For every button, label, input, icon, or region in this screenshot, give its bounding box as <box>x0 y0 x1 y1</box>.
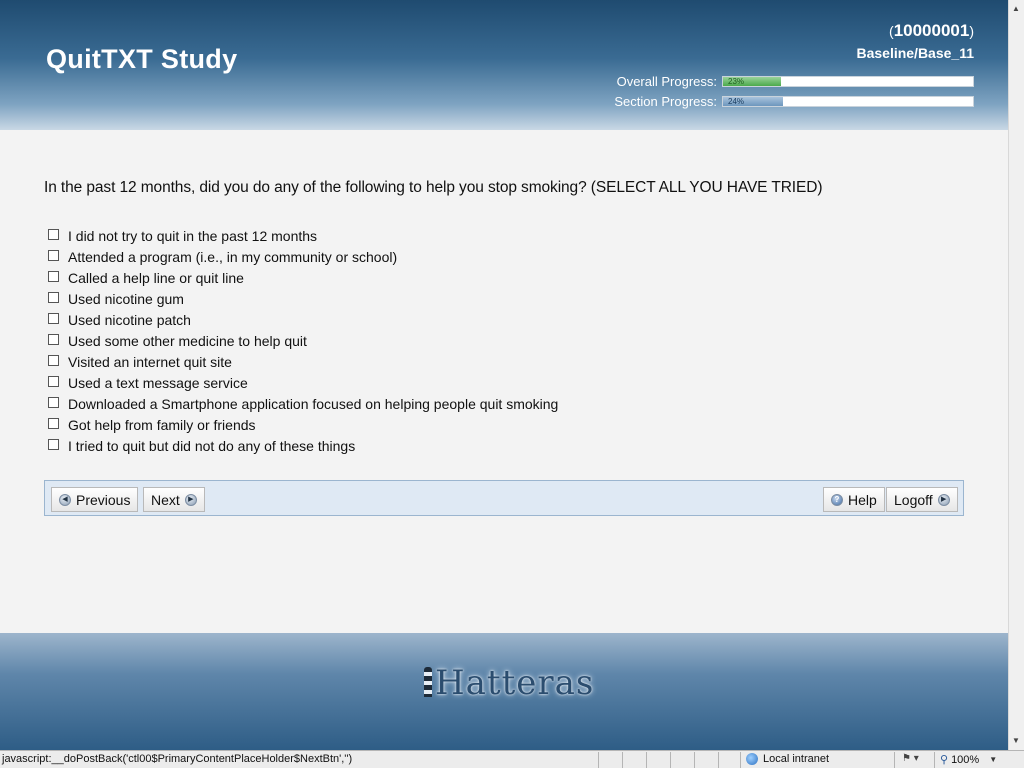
scroll-up-icon[interactable]: ▲ <box>1012 4 1020 13</box>
brand-name: Hatteras <box>435 663 595 703</box>
option-checkbox[interactable] <box>48 375 59 387</box>
fast-forward-icon: ▶ <box>937 493 950 506</box>
security-zone[interactable]: Local intranet <box>746 753 829 765</box>
status-link-text: javascript:__doPostBack('ctl00$PrimaryCo… <box>2 753 353 765</box>
participant-paren-close: ) <box>969 23 974 39</box>
next-button-label: Next <box>151 491 180 508</box>
study-title: QuitTXT Study <box>46 44 238 74</box>
help-button[interactable]: ? Help <box>823 487 885 512</box>
globe-icon <box>746 753 758 765</box>
section-progress: Section Progress: 24% <box>614 93 974 109</box>
browser-viewport: QuitTXT Study (10000001) Baseline/Base_1… <box>0 0 1008 750</box>
option-label[interactable]: Used nicotine patch <box>68 312 191 328</box>
help-icon: ? <box>831 493 843 506</box>
answer-option[interactable]: Used a text message service <box>48 372 558 393</box>
option-label[interactable]: Got help from family or friends <box>68 417 256 433</box>
zoom-control[interactable]: ⚲ 100% ▼ <box>940 753 997 767</box>
option-label[interactable]: Used nicotine gum <box>68 291 184 307</box>
section-path: Baseline/Base_11 <box>856 45 974 61</box>
answer-options: I did not try to quit in the past 12 mon… <box>48 225 558 456</box>
participant-number: 10000001 <box>893 21 970 40</box>
option-label[interactable]: Used a text message service <box>68 375 248 391</box>
section-progress-percent: 24% <box>728 96 745 106</box>
overall-progress-percent: 23% <box>728 76 745 86</box>
option-checkbox[interactable] <box>48 333 59 345</box>
security-zone-label: Local intranet <box>763 753 830 765</box>
vertical-scrollbar[interactable]: ▲ ▼ <box>1008 0 1024 750</box>
option-label[interactable]: Visited an internet quit site <box>68 354 232 370</box>
option-checkbox[interactable] <box>48 249 59 261</box>
previous-button-label: Previous <box>76 491 131 508</box>
next-button[interactable]: Next ▶ <box>143 487 205 512</box>
browser-status-bar: javascript:__doPostBack('ctl00$PrimaryCo… <box>0 750 1024 768</box>
status-divider <box>718 752 719 768</box>
option-checkbox[interactable] <box>48 291 59 303</box>
logoff-button-label: Logoff <box>894 491 933 508</box>
rewind-icon: ◀ <box>59 493 71 506</box>
answer-option[interactable]: Called a help line or quit line <box>48 267 558 288</box>
chevron-down-icon[interactable]: ▼ <box>989 755 997 764</box>
brand-logo: Hatteras <box>424 663 594 703</box>
protected-mode-icon[interactable]: ⚑ ▾ <box>902 753 919 764</box>
scroll-down-icon[interactable]: ▼ <box>1012 736 1020 745</box>
answer-option[interactable]: Used nicotine patch <box>48 309 558 330</box>
section-progress-label: Section Progress: <box>614 93 717 109</box>
answer-option[interactable]: Visited an internet quit site <box>48 351 558 372</box>
status-divider <box>598 752 599 768</box>
option-checkbox[interactable] <box>48 354 59 366</box>
question-text: In the past 12 months, did you do any of… <box>44 179 823 196</box>
option-checkbox[interactable] <box>48 396 59 408</box>
overall-progress-label: Overall Progress: <box>616 73 717 89</box>
answer-option[interactable]: Got help from family or friends <box>48 414 558 435</box>
magnifier-icon: ⚲ <box>940 754 949 766</box>
section-progress-bar: 24% <box>722 95 974 107</box>
option-checkbox[interactable] <box>48 312 59 324</box>
option-label[interactable]: I did not try to quit in the past 12 mon… <box>68 228 317 244</box>
status-divider <box>646 752 647 768</box>
navigation-bar: ◀ Previous Next ▶ ? Help Logoff ▶ <box>44 480 964 516</box>
status-divider <box>622 752 623 768</box>
status-divider <box>740 752 741 768</box>
zoom-level: 100% <box>951 753 980 766</box>
page-footer: Hatteras <box>0 633 1008 750</box>
participant-id: (10000001) <box>889 21 974 41</box>
option-label[interactable]: Attended a program (i.e., in my communit… <box>68 249 397 265</box>
previous-button[interactable]: ◀ Previous <box>51 487 139 512</box>
answer-option[interactable]: Attended a program (i.e., in my communit… <box>48 246 558 267</box>
answer-option[interactable]: I did not try to quit in the past 12 mon… <box>48 225 558 246</box>
option-label[interactable]: Called a help line or quit line <box>68 270 244 286</box>
answer-option[interactable]: I tried to quit but did not do any of th… <box>48 435 558 456</box>
status-divider <box>694 752 695 768</box>
status-divider <box>934 752 935 768</box>
answer-option[interactable]: Used some other medicine to help quit <box>48 330 558 351</box>
logoff-button[interactable]: Logoff ▶ <box>886 487 958 512</box>
page-header: QuitTXT Study (10000001) Baseline/Base_1… <box>0 0 1008 130</box>
status-divider <box>670 752 671 768</box>
status-divider <box>894 752 895 768</box>
answer-option[interactable]: Downloaded a Smartphone application focu… <box>48 393 558 414</box>
fast-forward-icon: ▶ <box>184 493 197 506</box>
option-checkbox[interactable] <box>48 417 59 429</box>
answer-option[interactable]: Used nicotine gum <box>48 288 558 309</box>
overall-progress-bar: 23% <box>722 75 974 87</box>
option-checkbox[interactable] <box>48 228 59 240</box>
help-button-label: Help <box>848 491 877 508</box>
option-label[interactable]: I tried to quit but did not do any of th… <box>68 438 355 454</box>
option-label[interactable]: Downloaded a Smartphone application focu… <box>68 396 558 412</box>
overall-progress: Overall Progress: 23% <box>616 73 974 89</box>
option-label[interactable]: Used some other medicine to help quit <box>68 333 307 349</box>
option-checkbox[interactable] <box>48 270 59 282</box>
option-checkbox[interactable] <box>48 438 59 450</box>
lighthouse-icon <box>424 667 432 697</box>
